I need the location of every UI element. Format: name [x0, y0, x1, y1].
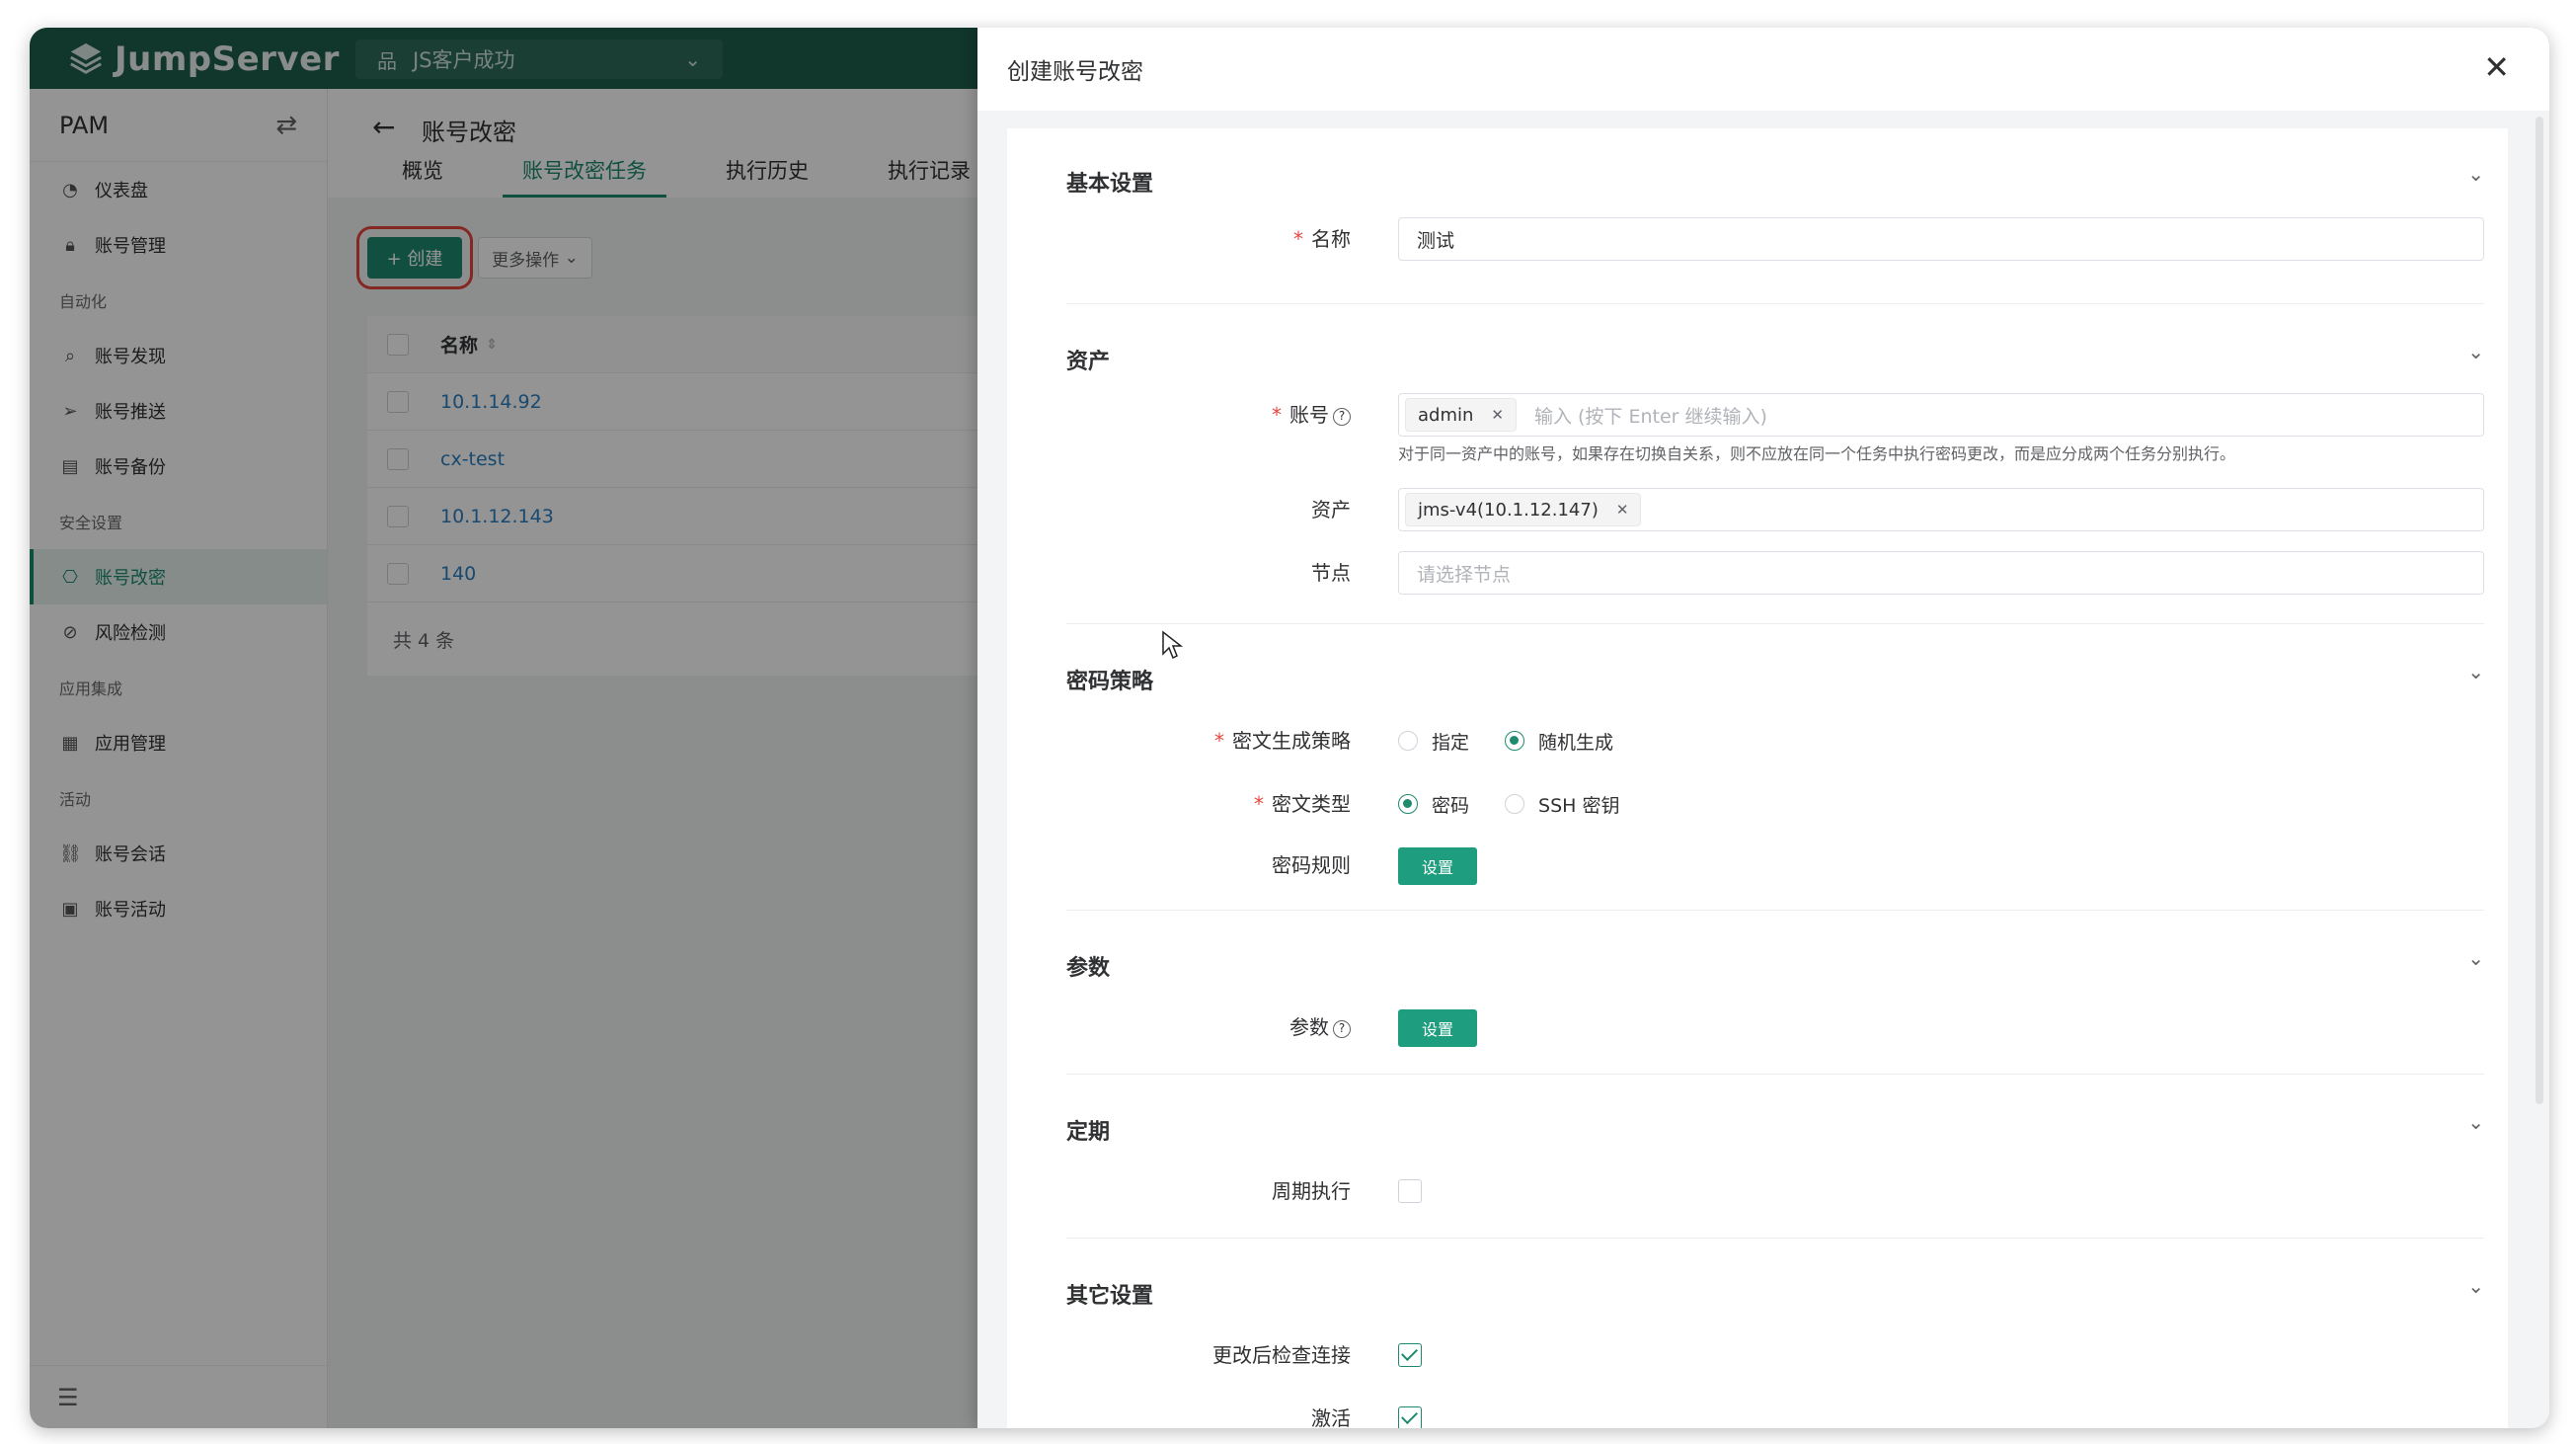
- remove-tag-icon[interactable]: ✕: [1491, 406, 1504, 424]
- active-label: 激活: [1311, 1406, 1351, 1428]
- account-tag-label: admin: [1418, 404, 1474, 426]
- row-params: 参数? 设置: [1066, 1005, 2484, 1049]
- params-settings-button[interactable]: 设置: [1398, 1009, 1477, 1047]
- row-secret-strategy: * 密文生成策略 指定 随机生成: [1066, 719, 2484, 762]
- section-title-other: 其它设置: [1066, 1284, 1154, 1309]
- asset-tag-label: jms-v4(10.1.12.147): [1418, 499, 1599, 521]
- form-card: 基本设置 ⌄ * 名称 测试 资产 ⌄ * 账号? admin ✕ 输入 (按下…: [1007, 128, 2508, 1428]
- section-title-assets: 资产: [1066, 350, 1111, 374]
- row-account: * 账号? admin ✕ 输入 (按下 Enter 继续输入) 对于同一资产中的…: [1066, 393, 2484, 463]
- account-label: * 账号?: [1272, 393, 1351, 437]
- row-asset: 资产 jms-v4(10.1.12.147) ✕: [1066, 488, 2484, 531]
- radio-circle: [1505, 794, 1525, 814]
- create-drawer: 创建账号改密 ✕ 基本设置 ⌄ * 名称 测试 资产 ⌄ * 账号? admin…: [977, 28, 2549, 1428]
- row-name: * 名称 测试: [1066, 217, 2484, 261]
- periodic-label: 周期执行: [1272, 1179, 1351, 1203]
- close-icon[interactable]: ✕: [2483, 51, 2510, 83]
- asset-label: 资产: [1311, 498, 1351, 521]
- section-basic: 基本设置 ⌄ * 名称 测试: [1066, 128, 2484, 304]
- account-hint: 对于同一资产中的账号，如果存在切换自关系，则不应放在同一个任务中执行密码更改，而…: [1398, 444, 2236, 463]
- type-label: * 密文类型: [1254, 792, 1351, 816]
- row-password-rule: 密码规则 设置: [1066, 843, 2484, 887]
- radio-specify[interactable]: 指定: [1398, 728, 1469, 755]
- chevron-down-icon[interactable]: ⌄: [2467, 946, 2484, 970]
- row-check-connection: 更改后检查连接: [1066, 1333, 2484, 1377]
- mouse-cursor-icon: [1162, 630, 1183, 660]
- check-connection-label: 更改后检查连接: [1212, 1343, 1351, 1367]
- section-schedule: 定期 ⌄ 周期执行: [1066, 1075, 2484, 1239]
- section-title-basic: 基本设置: [1066, 172, 1154, 197]
- radio-circle: [1398, 731, 1418, 751]
- radio-circle-selected: [1505, 731, 1525, 751]
- strategy-label: * 密文生成策略: [1214, 729, 1351, 753]
- chevron-down-icon[interactable]: ⌄: [2467, 1110, 2484, 1134]
- radio-circle-selected: [1398, 794, 1418, 814]
- chevron-down-icon[interactable]: ⌄: [2467, 660, 2484, 683]
- type-radio-group: 密码 SSH 密钥: [1398, 782, 1639, 826]
- row-active: 激活: [1066, 1397, 2484, 1428]
- radio-random[interactable]: 随机生成: [1505, 728, 1613, 755]
- node-label: 节点: [1311, 561, 1351, 585]
- account-placeholder: 输入 (按下 Enter 继续输入): [1533, 405, 1767, 428]
- section-other: 其它设置 ⌄ 更改后检查连接 激活: [1066, 1239, 2484, 1428]
- name-input[interactable]: 测试: [1398, 217, 2484, 261]
- chevron-down-icon[interactable]: ⌄: [2467, 162, 2484, 186]
- help-icon: ?: [1333, 1019, 1351, 1038]
- row-periodic: 周期执行: [1066, 1169, 2484, 1213]
- asset-input[interactable]: jms-v4(10.1.12.147) ✕: [1398, 488, 2484, 531]
- section-assets: 资产 ⌄ * 账号? admin ✕ 输入 (按下 Enter 继续输入) 对于同…: [1066, 304, 2484, 624]
- drawer-header: 创建账号改密 ✕: [977, 28, 2549, 111]
- row-node: 节点 请选择节点: [1066, 551, 2484, 595]
- node-placeholder: 请选择节点: [1417, 563, 1512, 586]
- rule-label: 密码规则: [1272, 853, 1351, 877]
- check-connection-checkbox[interactable]: [1398, 1343, 1422, 1367]
- periodic-checkbox[interactable]: [1398, 1179, 1422, 1203]
- remove-tag-icon[interactable]: ✕: [1616, 501, 1629, 519]
- section-params: 参数 ⌄ 参数? 设置: [1066, 911, 2484, 1075]
- radio-password[interactable]: 密码: [1398, 791, 1469, 818]
- active-checkbox[interactable]: [1398, 1406, 1422, 1428]
- node-select[interactable]: 请选择节点: [1398, 551, 2484, 595]
- password-rule-settings-button[interactable]: 设置: [1398, 847, 1477, 885]
- drawer-title: 创建账号改密: [1007, 59, 1143, 85]
- account-tag: admin ✕: [1405, 398, 1517, 432]
- chevron-down-icon[interactable]: ⌄: [2467, 1274, 2484, 1298]
- params-label: 参数?: [1289, 1005, 1351, 1049]
- help-icon: ?: [1333, 407, 1351, 426]
- row-secret-type: * 密文类型 密码 SSH 密钥: [1066, 782, 2484, 826]
- account-input[interactable]: admin ✕ 输入 (按下 Enter 继续输入): [1398, 393, 2484, 437]
- strategy-radio-group: 指定 随机生成: [1398, 719, 1633, 762]
- chevron-down-icon[interactable]: ⌄: [2467, 340, 2484, 363]
- app-window: JumpServer 品 JS客户成功 ⌄ PAM ⇄ ◔ 仪表盘 🔒︎ 账号管理 自动…: [30, 28, 2549, 1428]
- drawer-scrollbar[interactable]: [2536, 117, 2543, 1104]
- modal-overlay[interactable]: [30, 28, 977, 1428]
- name-label: * 名称: [1293, 227, 1351, 251]
- section-title-params: 参数: [1066, 956, 1111, 981]
- radio-ssh-key[interactable]: SSH 密钥: [1505, 791, 1619, 818]
- section-password-policy: 密码策略 ⌄ *密文生成策略 指定 随机生成 *密文类型 密码 SSH 密钥: [1066, 624, 2484, 911]
- section-title-password: 密码策略: [1066, 670, 1154, 694]
- asset-tag: jms-v4(10.1.12.147) ✕: [1405, 493, 1642, 526]
- section-title-schedule: 定期: [1066, 1120, 1111, 1145]
